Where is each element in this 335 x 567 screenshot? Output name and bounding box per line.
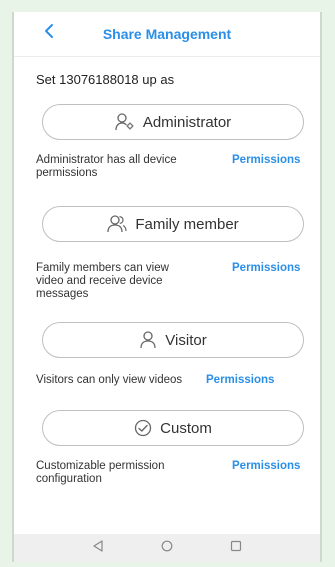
page-title: Share Management xyxy=(102,26,232,42)
visitor-permissions-link[interactable]: Permissions xyxy=(206,374,274,387)
administrator-button[interactable]: Administrator xyxy=(42,104,304,140)
custom-label: Custom xyxy=(160,419,212,437)
nav-recents-button[interactable] xyxy=(224,536,248,560)
visitor-label: Visitor xyxy=(165,331,207,349)
back-button[interactable] xyxy=(36,20,62,46)
triangle-back-icon xyxy=(92,539,104,557)
square-recents-icon xyxy=(230,539,242,557)
administrator-permissions-link[interactable]: Permissions xyxy=(232,154,300,167)
phone-screen: Share Management Set 13076188018 up as A… xyxy=(12,12,322,562)
custom-permissions-link[interactable]: Permissions xyxy=(232,460,300,473)
custom-description: Customizable permission configuration xyxy=(36,460,165,485)
system-navigation-bar xyxy=(14,534,320,562)
family-member-label: Family member xyxy=(135,215,239,233)
administrator-label: Administrator xyxy=(142,113,232,131)
admin-user-icon xyxy=(115,113,135,131)
nav-back-button[interactable] xyxy=(86,536,110,560)
user-icon xyxy=(139,331,157,349)
family-member-description: Family members can view video and receiv… xyxy=(36,262,169,300)
family-member-button[interactable]: Family member xyxy=(42,206,304,242)
setup-text: Set 13076188018 up as xyxy=(36,72,175,87)
administrator-description: Administrator has all device permissions xyxy=(36,154,177,179)
custom-button[interactable]: Custom xyxy=(42,410,304,446)
visitor-button[interactable]: Visitor xyxy=(42,322,304,358)
nav-home-button[interactable] xyxy=(155,536,179,560)
header-bar: Share Management xyxy=(14,12,320,57)
family-users-icon xyxy=(107,215,127,233)
family-member-permissions-link[interactable]: Permissions xyxy=(232,262,300,275)
circle-home-icon xyxy=(161,539,173,557)
custom-check-icon xyxy=(134,419,152,437)
chevron-left-icon xyxy=(44,23,54,44)
